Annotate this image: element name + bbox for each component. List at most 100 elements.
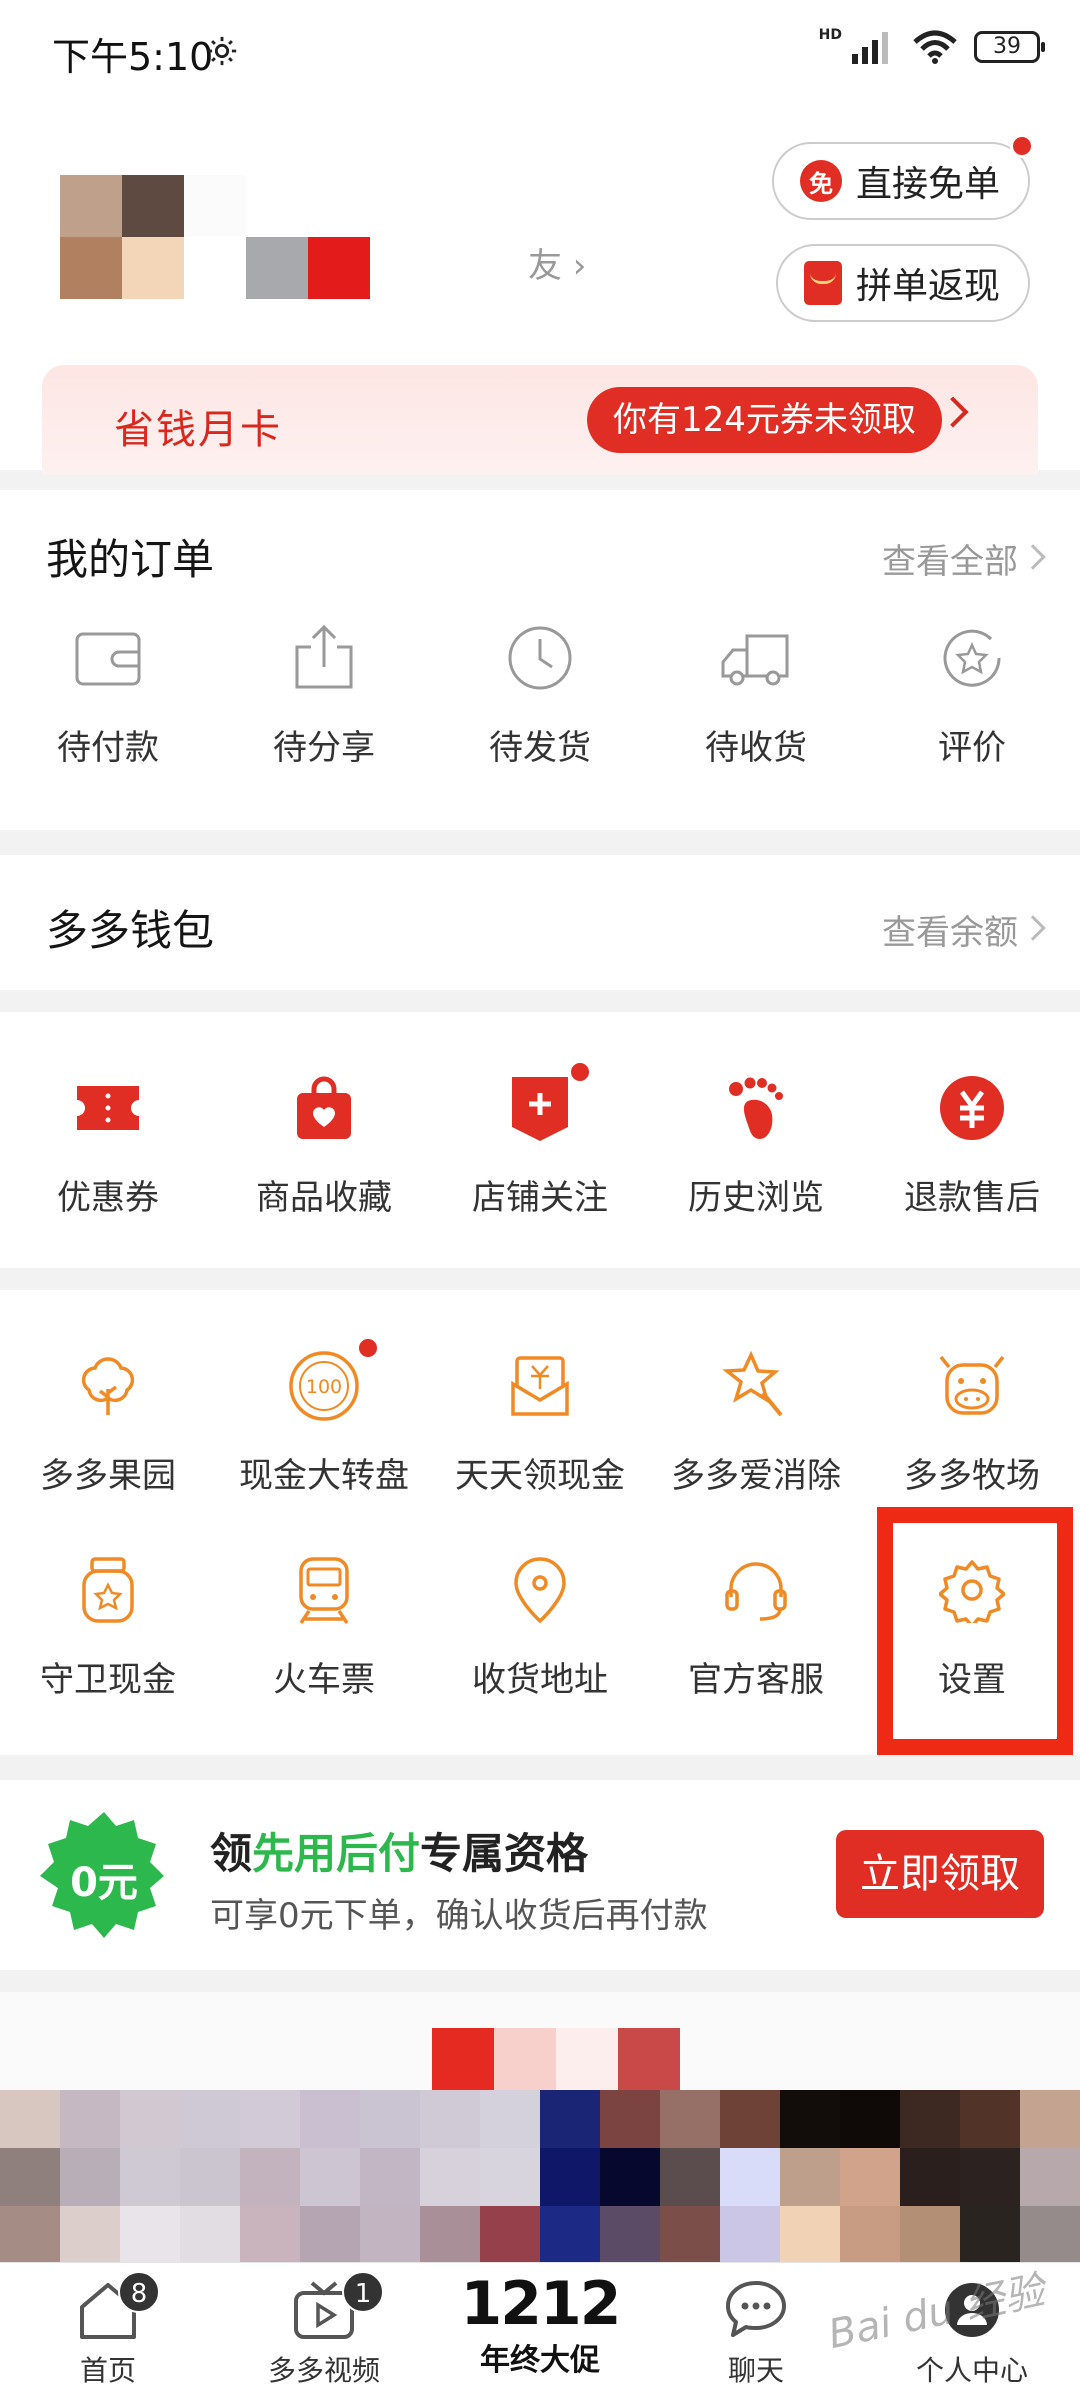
- order-status-label: 待分享: [273, 728, 375, 768]
- view-balance-link[interactable]: 查看余额: [882, 905, 1018, 954]
- wheel-icon-text: 100: [306, 1376, 342, 1398]
- money-saving-card-title: 省钱月卡: [114, 407, 282, 453]
- money-saving-card[interactable]: 省钱月卡 你有124元券未领取: [42, 365, 1038, 475]
- tab-label: 首页: [79, 2354, 136, 2387]
- order-status-label: 待付款: [57, 728, 159, 768]
- notification-dot: [1010, 134, 1034, 158]
- guard-cash-entry[interactable]: 守卫现金: [0, 1552, 216, 1701]
- refund-icon: [934, 1070, 1010, 1146]
- tab-year-end-sale[interactable]: 1212 年终大促: [432, 2263, 648, 2400]
- order-status-label: 待收货: [705, 728, 807, 768]
- refund-entry[interactable]: 退款售后: [864, 1070, 1080, 1219]
- claim-now-button[interactable]: 立即领取: [836, 1830, 1044, 1918]
- tool-label: 天天领现金: [455, 1456, 625, 1496]
- train-ticket-entry[interactable]: 火车票: [216, 1552, 432, 1701]
- service-label: 优惠券: [57, 1178, 159, 1218]
- profile-header: 友 › 免 直接免单 拼单返现 省钱月卡 你有124元券未领取: [0, 100, 1080, 475]
- clock-icon: [502, 620, 578, 696]
- promo-title-highlight: 先用后付: [252, 1829, 421, 1878]
- wallet-icon: [70, 620, 146, 696]
- signal-icon: [852, 32, 888, 64]
- services-section: 优惠券 商品收藏 店铺关注 历史浏览 退款售后: [0, 1012, 1080, 1268]
- group-cashback-label: 拼单返现: [855, 266, 1000, 307]
- my-orders-section: 我的订单 查看全部 待付款 待分享 待发货 待收货 评价: [0, 490, 1080, 830]
- favorites-entry[interactable]: 商品收藏: [216, 1070, 432, 1219]
- page: 下午5:10 HD 39 友 › 免 直接免单 拼单返现 省钱月卡 你有124元…: [0, 0, 1080, 2400]
- notification-dot: [356, 1336, 380, 1360]
- history-entry[interactable]: 历史浏览: [648, 1070, 864, 1219]
- order-pending-share[interactable]: 待分享: [216, 620, 432, 769]
- star-wand-icon: [718, 1348, 794, 1424]
- settings-highlight-box: [877, 1507, 1073, 1755]
- home-badge: 8: [118, 2271, 160, 2313]
- orchard-entry[interactable]: 多多果园: [0, 1348, 216, 1497]
- service-label: 历史浏览: [688, 1178, 824, 1218]
- tab-home[interactable]: 8 首页: [0, 2263, 216, 2400]
- avatar[interactable]: [60, 175, 370, 300]
- tools-row-1: 多多果园 100 现金大转盘 天天领现金 多多爱消除 多多牧场: [0, 1336, 1080, 1497]
- customer-service-entry[interactable]: 官方客服: [648, 1552, 864, 1701]
- tool-label: 官方客服: [688, 1660, 824, 1700]
- ranch-entry[interactable]: 多多牧场: [864, 1348, 1080, 1497]
- cash-wheel-entry[interactable]: 100 现金大转盘: [216, 1336, 432, 1497]
- wallet-section[interactable]: 多多钱包 查看余额: [0, 855, 1080, 990]
- pay-later-promo: 0元 领先用后付专属资格 可享0元下单，确认收货后再付款 立即领取: [0, 1780, 1080, 1970]
- product-thumbnails-blur[interactable]: [0, 2090, 1080, 2264]
- tool-label: 多多爱消除: [671, 1456, 841, 1496]
- friend-link[interactable]: 友 ›: [528, 238, 586, 287]
- order-pending-shipment[interactable]: 待发货: [432, 620, 648, 769]
- tool-label: 现金大转盘: [239, 1456, 409, 1496]
- coupon-unclaimed-badge[interactable]: 你有124元券未领取: [587, 387, 942, 453]
- headset-icon: [718, 1552, 794, 1628]
- service-label: 商品收藏: [256, 1178, 392, 1218]
- tab-label: 个人中心: [915, 2354, 1028, 2387]
- jar-icon: [70, 1552, 146, 1628]
- tool-label: 多多果园: [40, 1456, 176, 1496]
- truck-icon: [718, 620, 794, 696]
- order-review[interactable]: 评价: [864, 620, 1080, 769]
- cash-envelope-icon: [502, 1348, 578, 1424]
- train-icon: [286, 1552, 362, 1628]
- store-follow-entry[interactable]: 店铺关注: [432, 1060, 648, 1219]
- free-badge-icon: 免: [799, 160, 842, 202]
- video-badge: 1: [342, 2271, 384, 2313]
- gear-icon: [207, 36, 237, 66]
- view-all-orders-link[interactable]: 查看全部: [882, 534, 1018, 583]
- red-packet-icon: [803, 261, 842, 305]
- order-pending-payment[interactable]: 待付款: [0, 620, 216, 769]
- tool-label: 火车票: [273, 1660, 375, 1700]
- order-status-row: 待付款 待分享 待发货 待收货 评价: [0, 620, 1080, 769]
- chat-icon: [726, 2281, 786, 2337]
- tab-label: 多多视频: [267, 2354, 380, 2387]
- wheel-icon: 100: [286, 1348, 362, 1424]
- store-follow-icon: [502, 1070, 578, 1146]
- share-icon: [286, 620, 362, 696]
- tree-icon: [70, 1348, 146, 1424]
- notification-dot: [568, 1060, 592, 1084]
- order-pending-receipt[interactable]: 待收货: [648, 620, 864, 769]
- location-icon: [502, 1552, 578, 1628]
- wifi-icon: [913, 30, 957, 64]
- group-cashback-button[interactable]: 拼单返现: [775, 244, 1030, 322]
- status-right: HD 39: [813, 27, 1045, 64]
- chevron-right-icon: [937, 396, 969, 428]
- free-order-button[interactable]: 免 直接免单: [771, 142, 1030, 220]
- services-row: 优惠券 商品收藏 店铺关注 历史浏览 退款售后: [0, 1060, 1080, 1219]
- my-orders-title: 我的订单: [46, 535, 215, 584]
- tab-video[interactable]: 1 多多视频: [216, 2263, 432, 2400]
- match-game-entry[interactable]: 多多爱消除: [648, 1348, 864, 1497]
- favorite-bag-icon: [286, 1070, 362, 1146]
- promo-title-suffix: 专属资格: [420, 1829, 589, 1878]
- review-icon: [934, 620, 1010, 696]
- free-order-label: 直接免单: [855, 164, 1000, 205]
- zero-yuan-badge-text: 0元: [70, 1860, 138, 1906]
- address-entry[interactable]: 收货地址: [432, 1552, 648, 1701]
- daily-cash-entry[interactable]: 天天领现金: [432, 1348, 648, 1497]
- cow-icon: [934, 1348, 1010, 1424]
- coupons-entry[interactable]: 优惠券: [0, 1070, 216, 1219]
- sale-1212-logo: 1212: [460, 2269, 622, 2339]
- status-bar: 下午5:10 HD 39: [0, 0, 1080, 100]
- status-time: 下午5:10: [52, 35, 214, 79]
- coupon-icon: [70, 1070, 146, 1146]
- chevron-right-icon: [1020, 915, 1046, 941]
